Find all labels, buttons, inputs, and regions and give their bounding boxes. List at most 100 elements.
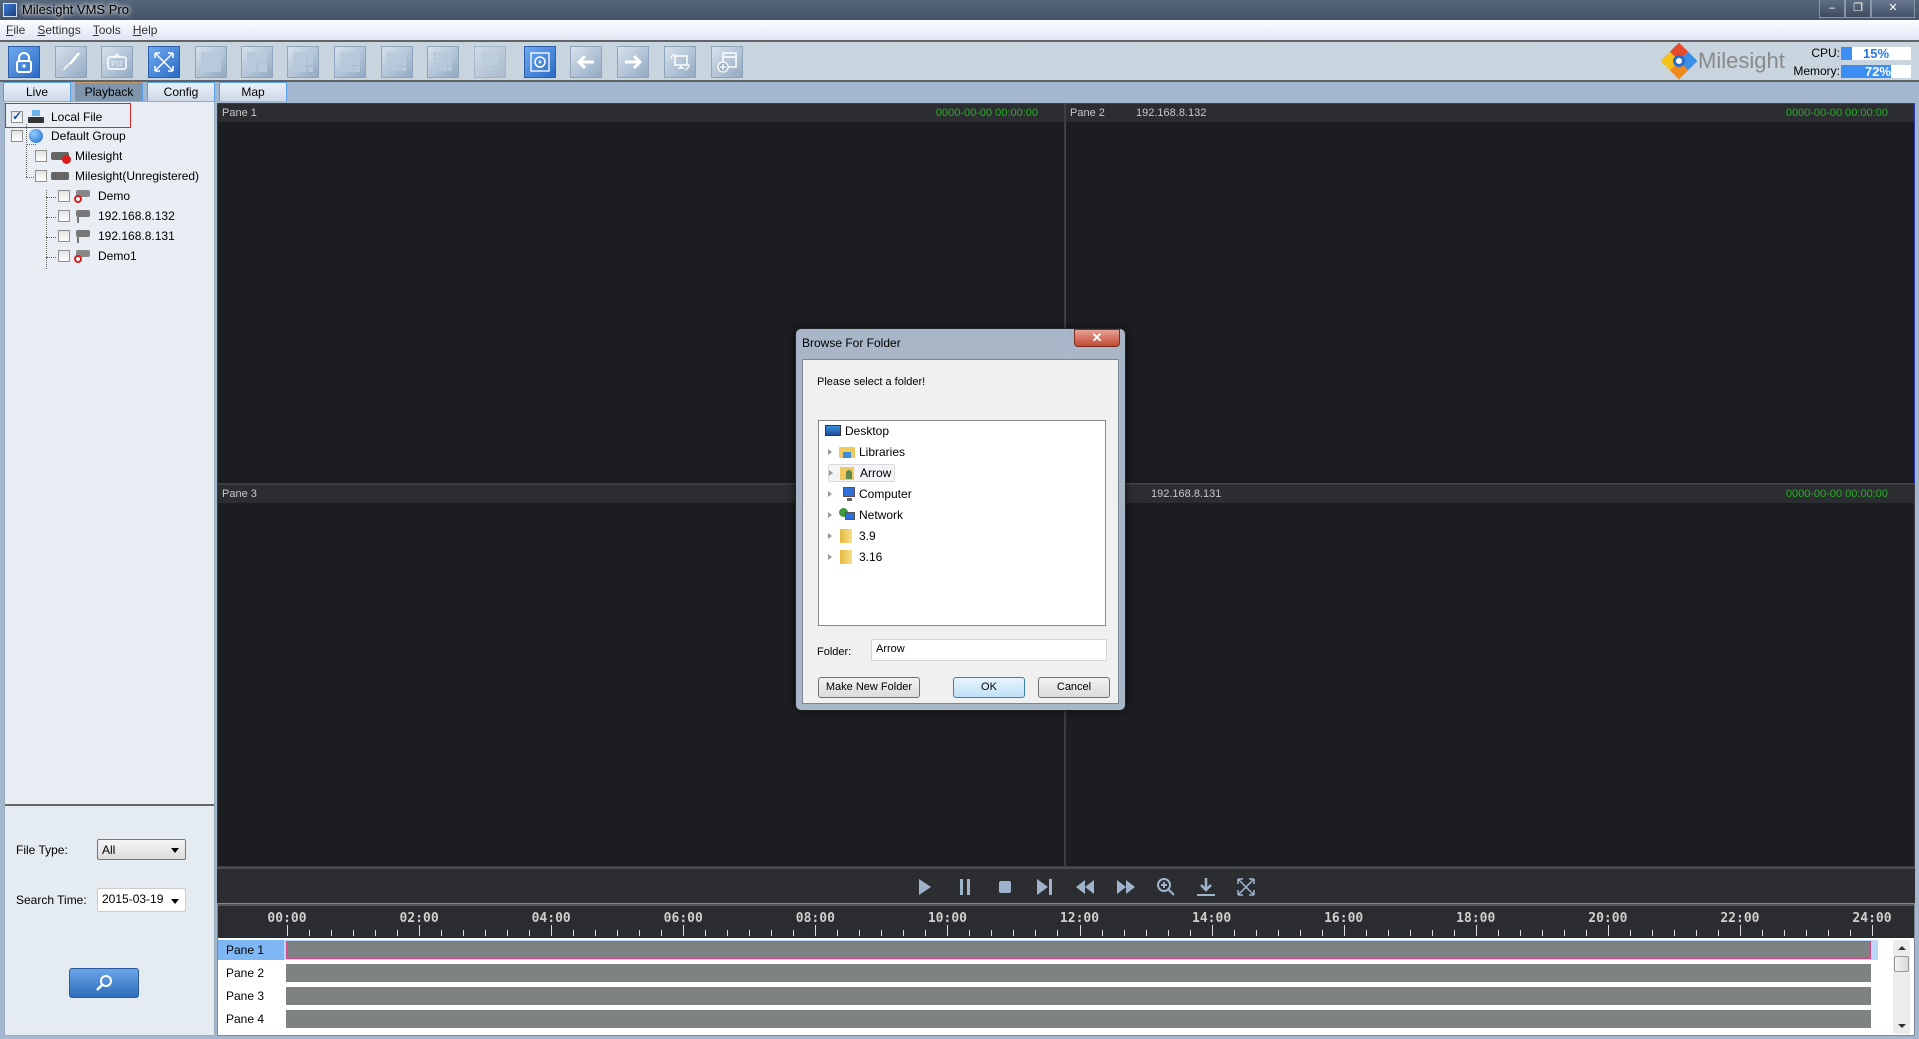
checkbox[interactable] bbox=[58, 210, 70, 222]
timeline-row-pane-1[interactable]: Pane 1 bbox=[218, 940, 1878, 960]
menu-settings[interactable]: Settings bbox=[37, 23, 80, 37]
tree-item-milesight[interactable]: Milesight bbox=[35, 147, 122, 165]
checkbox[interactable] bbox=[58, 190, 70, 202]
folder-item-arrow[interactable]: Arrow bbox=[828, 464, 896, 482]
folder-item-3-16[interactable]: 3.16 bbox=[828, 548, 882, 566]
checkbox[interactable] bbox=[11, 130, 23, 142]
cancel-button[interactable]: Cancel bbox=[1038, 677, 1110, 698]
screen-switch-button[interactable] bbox=[664, 46, 696, 78]
tree-item-192-168-8-132[interactable]: 192.168.8.132 bbox=[58, 207, 175, 225]
fullscreen-button[interactable] bbox=[148, 46, 180, 78]
layout-1-button[interactable] bbox=[195, 46, 227, 78]
folder-item-libraries[interactable]: Libraries bbox=[828, 443, 905, 461]
checkbox[interactable] bbox=[11, 109, 23, 123]
tab-map[interactable]: Map bbox=[219, 82, 287, 101]
scroll-up-icon[interactable] bbox=[1898, 946, 1906, 950]
video-pane-4[interactable]: 192.168.8.131 0000-00-00 00:00:00 bbox=[1065, 484, 1915, 867]
expand-arrow-icon[interactable] bbox=[828, 533, 835, 539]
timeline-tick bbox=[1079, 925, 1081, 936]
timeline-row-pane-3[interactable]: Pane 3 bbox=[218, 986, 1878, 1006]
previous-button[interactable] bbox=[570, 46, 602, 78]
checkbox[interactable] bbox=[35, 170, 47, 182]
expand-arrow-icon[interactable] bbox=[828, 449, 835, 455]
timeline-track[interactable] bbox=[286, 1010, 1871, 1028]
fast-forward-button[interactable] bbox=[1115, 877, 1137, 897]
timeline-track[interactable] bbox=[286, 941, 1871, 959]
layout-six-icon bbox=[293, 52, 313, 72]
timeline-tick bbox=[1343, 925, 1345, 936]
folder-item-computer[interactable]: Computer bbox=[828, 485, 912, 503]
download-button[interactable] bbox=[1195, 877, 1217, 897]
menu-help[interactable]: Help bbox=[133, 23, 158, 37]
brush-button[interactable] bbox=[55, 46, 87, 78]
layout-6-button[interactable] bbox=[287, 46, 319, 78]
tab-config[interactable]: Config bbox=[147, 82, 215, 101]
timeline-scrollbar[interactable] bbox=[1893, 940, 1910, 1034]
expand-icon bbox=[1237, 878, 1255, 896]
dialog-close-button[interactable]: ✕ bbox=[1074, 329, 1120, 347]
rewind-button[interactable] bbox=[1074, 877, 1096, 897]
timeline-track[interactable] bbox=[286, 964, 1871, 982]
folder-item-3-9[interactable]: 3.9 bbox=[828, 527, 876, 545]
folder-tree[interactable]: Desktop Libraries Arrow Computer Network bbox=[818, 420, 1106, 626]
timeline-row-pane-4[interactable]: Pane 4 bbox=[218, 1009, 1878, 1029]
pane-ip: 192.168.8.131 bbox=[1151, 488, 1222, 500]
play-button[interactable] bbox=[914, 877, 936, 897]
timeline-row-pane-2[interactable]: Pane 2 bbox=[218, 963, 1878, 983]
chevron-down-icon bbox=[171, 899, 179, 904]
pause-button[interactable] bbox=[954, 877, 976, 897]
time-ruler[interactable]: 00:00 02:00 04:00 06:00 08:00 10:00 12:00 14:00… bbox=[218, 904, 1914, 938]
zoom-in-icon bbox=[1157, 878, 1175, 896]
tree-item-local-file[interactable]: Local File bbox=[11, 108, 102, 126]
playback-view-button[interactable] bbox=[524, 46, 556, 78]
tree-item-demo[interactable]: Demo bbox=[58, 187, 130, 205]
zoom-in-button[interactable] bbox=[1155, 877, 1177, 897]
next-frame-button[interactable] bbox=[1034, 877, 1056, 897]
expand-arrow-icon[interactable] bbox=[829, 470, 836, 476]
menu-tools[interactable]: Tools bbox=[93, 23, 121, 37]
checkbox[interactable] bbox=[35, 150, 47, 162]
tree-item-192-168-8-131[interactable]: 192.168.8.131 bbox=[58, 227, 175, 245]
timeline-tick bbox=[1123, 930, 1125, 936]
search-button[interactable] bbox=[69, 968, 139, 998]
stop-button[interactable] bbox=[994, 877, 1016, 897]
checkbox[interactable] bbox=[58, 230, 70, 242]
folder-item-network[interactable]: Network bbox=[828, 506, 903, 524]
layout-4-button[interactable] bbox=[241, 46, 273, 78]
close-button[interactable]: ✕ bbox=[1871, 0, 1915, 18]
minimize-button[interactable]: – bbox=[1819, 0, 1845, 18]
timeline-tick bbox=[1145, 930, 1147, 936]
ptz-button[interactable]: PTZ bbox=[101, 46, 133, 78]
restore-button[interactable]: ❐ bbox=[1845, 0, 1871, 18]
layout-9-button[interactable] bbox=[334, 46, 366, 78]
next-button[interactable] bbox=[617, 46, 649, 78]
tab-live[interactable]: Live bbox=[3, 82, 71, 101]
scroll-down-icon[interactable] bbox=[1898, 1024, 1906, 1028]
expand-arrow-icon[interactable] bbox=[828, 512, 835, 518]
ok-button[interactable]: OK bbox=[953, 677, 1025, 698]
fullscreen-playback-button[interactable] bbox=[1235, 877, 1257, 897]
folder-item-desktop[interactable]: Desktop bbox=[825, 422, 889, 440]
timeline-track[interactable] bbox=[286, 987, 1871, 1005]
layout-16-button[interactable] bbox=[427, 46, 459, 78]
menu-file[interactable]: File bbox=[6, 23, 25, 37]
expand-arrow-icon[interactable] bbox=[828, 554, 835, 560]
expand-arrow-icon[interactable] bbox=[828, 491, 835, 497]
lock-button[interactable] bbox=[8, 46, 40, 78]
tree-item-default-group[interactable]: Default Group bbox=[11, 127, 126, 145]
timeline-tick bbox=[595, 930, 597, 936]
timeline-tick bbox=[683, 925, 685, 936]
make-new-folder-button[interactable]: Make New Folder bbox=[818, 677, 920, 698]
layout-more-button[interactable] bbox=[474, 46, 506, 78]
video-pane-2[interactable]: Pane 2 192.168.8.132 0000-00-00 00:00:00 bbox=[1065, 103, 1915, 484]
file-type-select[interactable]: All bbox=[97, 839, 186, 860]
layout-13-button[interactable] bbox=[381, 46, 413, 78]
tree-item-demo1[interactable]: Demo1 bbox=[58, 247, 137, 265]
search-time-picker[interactable]: 2015-03-19 bbox=[97, 888, 186, 912]
tab-playback[interactable]: Playback bbox=[75, 82, 143, 101]
tree-item-milesight-unregistered[interactable]: Milesight(Unregistered) bbox=[35, 167, 199, 185]
add-window-button[interactable] bbox=[711, 46, 743, 78]
folder-input[interactable]: Arrow bbox=[871, 639, 1107, 661]
checkbox[interactable] bbox=[58, 250, 70, 262]
scroll-thumb[interactable] bbox=[1894, 956, 1909, 972]
